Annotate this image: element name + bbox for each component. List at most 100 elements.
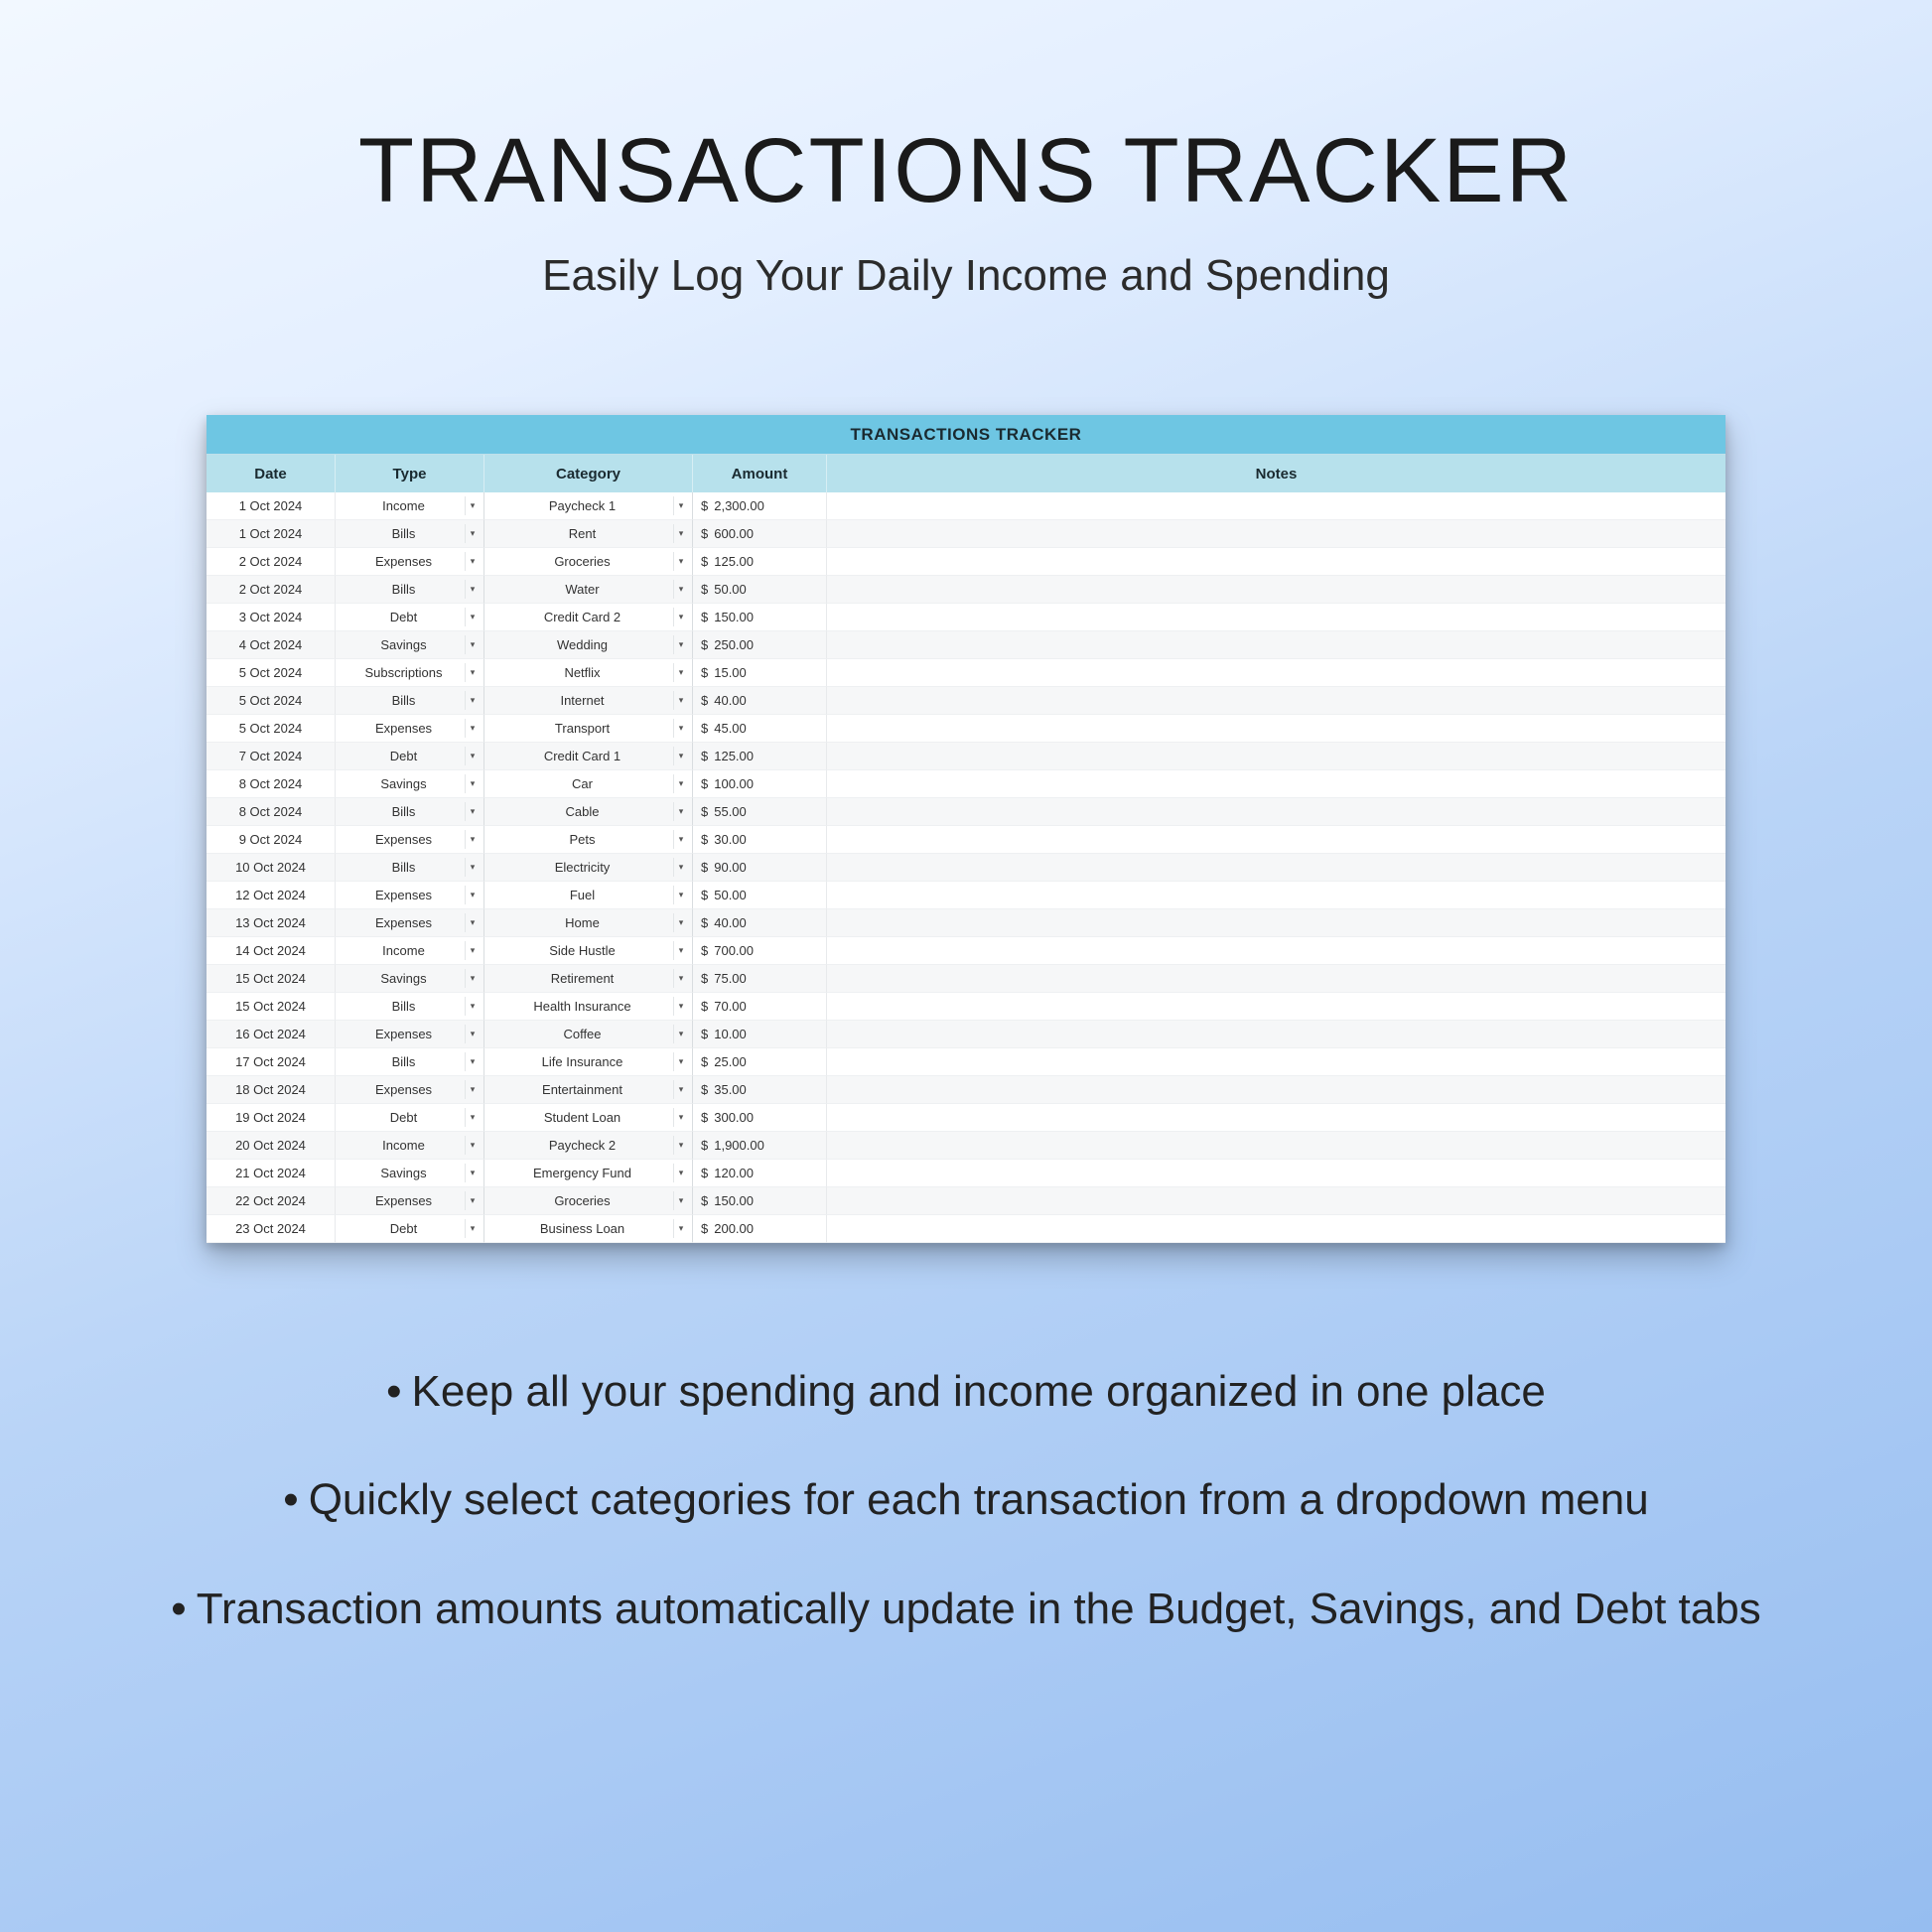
cell-amount[interactable]: $ 45.00 bbox=[693, 715, 827, 743]
cell-date[interactable]: 17 Oct 2024 bbox=[207, 1048, 336, 1076]
cell-type-dropdown[interactable]: Expenses▾ bbox=[336, 909, 484, 937]
cell-type-dropdown[interactable]: Expenses▾ bbox=[336, 1076, 484, 1104]
cell-date[interactable]: 2 Oct 2024 bbox=[207, 576, 336, 604]
cell-notes[interactable] bbox=[827, 743, 1725, 770]
cell-amount[interactable]: $ 600.00 bbox=[693, 520, 827, 548]
cell-notes[interactable] bbox=[827, 882, 1725, 909]
cell-category-dropdown[interactable]: Water▾ bbox=[484, 576, 693, 604]
cell-category-dropdown[interactable]: Paycheck 2▾ bbox=[484, 1132, 693, 1160]
cell-type-dropdown[interactable]: Expenses▾ bbox=[336, 882, 484, 909]
cell-category-dropdown[interactable]: Internet▾ bbox=[484, 687, 693, 715]
cell-category-dropdown[interactable]: Groceries▾ bbox=[484, 548, 693, 576]
cell-amount[interactable]: $ 2,300.00 bbox=[693, 492, 827, 520]
cell-amount[interactable]: $ 90.00 bbox=[693, 854, 827, 882]
cell-type-dropdown[interactable]: Expenses▾ bbox=[336, 1021, 484, 1048]
cell-category-dropdown[interactable]: Netflix▾ bbox=[484, 659, 693, 687]
cell-category-dropdown[interactable]: Coffee▾ bbox=[484, 1021, 693, 1048]
cell-date[interactable]: 4 Oct 2024 bbox=[207, 631, 336, 659]
cell-category-dropdown[interactable]: Emergency Fund▾ bbox=[484, 1160, 693, 1187]
cell-type-dropdown[interactable]: Bills▾ bbox=[336, 576, 484, 604]
cell-amount[interactable]: $ 55.00 bbox=[693, 798, 827, 826]
cell-category-dropdown[interactable]: Home▾ bbox=[484, 909, 693, 937]
cell-amount[interactable]: $ 300.00 bbox=[693, 1104, 827, 1132]
cell-date[interactable]: 5 Oct 2024 bbox=[207, 659, 336, 687]
cell-notes[interactable] bbox=[827, 687, 1725, 715]
cell-category-dropdown[interactable]: Groceries▾ bbox=[484, 1187, 693, 1215]
cell-notes[interactable] bbox=[827, 1160, 1725, 1187]
cell-date[interactable]: 18 Oct 2024 bbox=[207, 1076, 336, 1104]
cell-amount[interactable]: $ 100.00 bbox=[693, 770, 827, 798]
cell-notes[interactable] bbox=[827, 548, 1725, 576]
cell-notes[interactable] bbox=[827, 909, 1725, 937]
cell-notes[interactable] bbox=[827, 576, 1725, 604]
cell-category-dropdown[interactable]: Credit Card 2▾ bbox=[484, 604, 693, 631]
cell-notes[interactable] bbox=[827, 1132, 1725, 1160]
cell-amount[interactable]: $ 125.00 bbox=[693, 743, 827, 770]
cell-type-dropdown[interactable]: Savings▾ bbox=[336, 770, 484, 798]
cell-notes[interactable] bbox=[827, 1076, 1725, 1104]
cell-notes[interactable] bbox=[827, 1104, 1725, 1132]
cell-date[interactable]: 10 Oct 2024 bbox=[207, 854, 336, 882]
cell-notes[interactable] bbox=[827, 770, 1725, 798]
cell-date[interactable]: 12 Oct 2024 bbox=[207, 882, 336, 909]
cell-type-dropdown[interactable]: Income▾ bbox=[336, 1132, 484, 1160]
cell-date[interactable]: 16 Oct 2024 bbox=[207, 1021, 336, 1048]
cell-category-dropdown[interactable]: Retirement▾ bbox=[484, 965, 693, 993]
cell-amount[interactable]: $ 35.00 bbox=[693, 1076, 827, 1104]
cell-date[interactable]: 15 Oct 2024 bbox=[207, 965, 336, 993]
cell-notes[interactable] bbox=[827, 798, 1725, 826]
cell-notes[interactable] bbox=[827, 1215, 1725, 1243]
cell-date[interactable]: 5 Oct 2024 bbox=[207, 715, 336, 743]
cell-notes[interactable] bbox=[827, 715, 1725, 743]
cell-date[interactable]: 1 Oct 2024 bbox=[207, 492, 336, 520]
cell-notes[interactable] bbox=[827, 1187, 1725, 1215]
cell-amount[interactable]: $ 50.00 bbox=[693, 882, 827, 909]
cell-type-dropdown[interactable]: Income▾ bbox=[336, 492, 484, 520]
cell-category-dropdown[interactable]: Pets▾ bbox=[484, 826, 693, 854]
cell-type-dropdown[interactable]: Expenses▾ bbox=[336, 1187, 484, 1215]
cell-date[interactable]: 2 Oct 2024 bbox=[207, 548, 336, 576]
cell-type-dropdown[interactable]: Bills▾ bbox=[336, 798, 484, 826]
cell-notes[interactable] bbox=[827, 965, 1725, 993]
cell-type-dropdown[interactable]: Income▾ bbox=[336, 937, 484, 965]
cell-type-dropdown[interactable]: Subscriptions▾ bbox=[336, 659, 484, 687]
cell-category-dropdown[interactable]: Side Hustle▾ bbox=[484, 937, 693, 965]
cell-notes[interactable] bbox=[827, 937, 1725, 965]
cell-date[interactable]: 14 Oct 2024 bbox=[207, 937, 336, 965]
cell-type-dropdown[interactable]: Expenses▾ bbox=[336, 826, 484, 854]
cell-amount[interactable]: $ 200.00 bbox=[693, 1215, 827, 1243]
cell-notes[interactable] bbox=[827, 659, 1725, 687]
cell-date[interactable]: 21 Oct 2024 bbox=[207, 1160, 336, 1187]
cell-category-dropdown[interactable]: Life Insurance▾ bbox=[484, 1048, 693, 1076]
cell-amount[interactable]: $ 120.00 bbox=[693, 1160, 827, 1187]
cell-amount[interactable]: $ 250.00 bbox=[693, 631, 827, 659]
cell-date[interactable]: 5 Oct 2024 bbox=[207, 687, 336, 715]
cell-amount[interactable]: $ 150.00 bbox=[693, 1187, 827, 1215]
cell-amount[interactable]: $ 25.00 bbox=[693, 1048, 827, 1076]
cell-notes[interactable] bbox=[827, 854, 1725, 882]
cell-type-dropdown[interactable]: Savings▾ bbox=[336, 1160, 484, 1187]
cell-notes[interactable] bbox=[827, 1021, 1725, 1048]
cell-type-dropdown[interactable]: Savings▾ bbox=[336, 631, 484, 659]
cell-category-dropdown[interactable]: Rent▾ bbox=[484, 520, 693, 548]
cell-date[interactable]: 7 Oct 2024 bbox=[207, 743, 336, 770]
cell-notes[interactable] bbox=[827, 604, 1725, 631]
cell-type-dropdown[interactable]: Debt▾ bbox=[336, 1104, 484, 1132]
cell-date[interactable]: 13 Oct 2024 bbox=[207, 909, 336, 937]
cell-amount[interactable]: $ 75.00 bbox=[693, 965, 827, 993]
cell-type-dropdown[interactable]: Bills▾ bbox=[336, 1048, 484, 1076]
cell-type-dropdown[interactable]: Bills▾ bbox=[336, 854, 484, 882]
cell-date[interactable]: 15 Oct 2024 bbox=[207, 993, 336, 1021]
cell-date[interactable]: 3 Oct 2024 bbox=[207, 604, 336, 631]
cell-date[interactable]: 22 Oct 2024 bbox=[207, 1187, 336, 1215]
cell-type-dropdown[interactable]: Expenses▾ bbox=[336, 548, 484, 576]
cell-type-dropdown[interactable]: Savings▾ bbox=[336, 965, 484, 993]
cell-notes[interactable] bbox=[827, 520, 1725, 548]
cell-amount[interactable]: $ 15.00 bbox=[693, 659, 827, 687]
cell-date[interactable]: 9 Oct 2024 bbox=[207, 826, 336, 854]
cell-amount[interactable]: $ 70.00 bbox=[693, 993, 827, 1021]
cell-type-dropdown[interactable]: Bills▾ bbox=[336, 687, 484, 715]
cell-category-dropdown[interactable]: Car▾ bbox=[484, 770, 693, 798]
cell-amount[interactable]: $ 40.00 bbox=[693, 687, 827, 715]
cell-amount[interactable]: $ 30.00 bbox=[693, 826, 827, 854]
